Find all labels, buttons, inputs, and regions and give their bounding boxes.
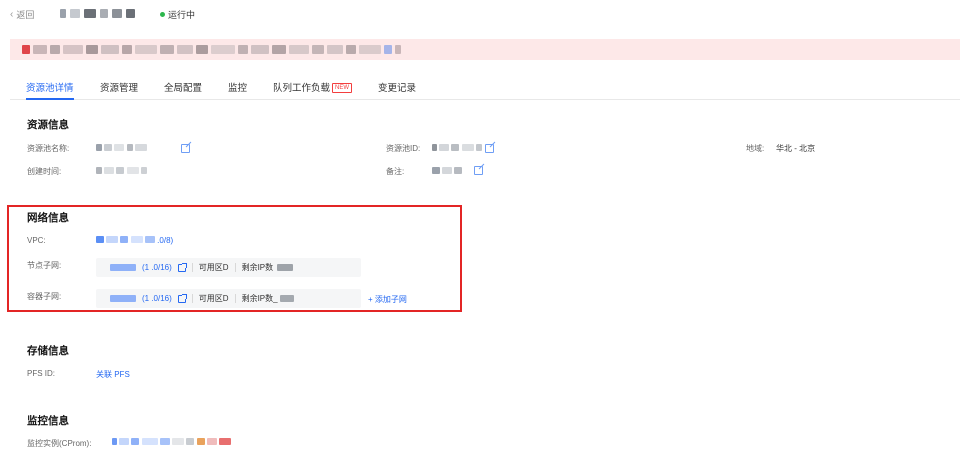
back-button[interactable]: ‹ 返回 (10, 8, 34, 21)
status-dot-icon (160, 12, 165, 17)
tab-global-config[interactable]: 全局配置 (164, 80, 202, 94)
node-subnet-remaining-ip-label: 剩余IP数 (241, 263, 274, 272)
pool-id-value-redacted (432, 144, 482, 153)
created-time-value-redacted (96, 167, 147, 176)
link-pfs-button[interactable]: 关联 PFS (96, 369, 130, 380)
pool-name-label: 资源池名称: (27, 144, 70, 153)
tab-pool-details[interactable]: 资源池详情 (26, 80, 74, 94)
container-subnet-remaining-ip-redacted (279, 295, 294, 302)
pool-title-redacted (60, 9, 135, 18)
back-label: 返回 (16, 10, 35, 20)
region-value: 华北 - 北京 (776, 144, 816, 153)
status-text: 运行中 (168, 10, 196, 20)
copy-pool-id-icon[interactable] (485, 144, 494, 153)
top-bar: ‹ 返回 运行中 (0, 0, 960, 30)
vpc-cidr-suffix: .0/8) (157, 236, 174, 245)
node-subnet-row: (1 .0/16) 可用区D 剩余IP数 (96, 258, 361, 277)
pool-id-label: 资源池ID: (386, 144, 421, 153)
node-subnet-zone: 可用区D (198, 263, 229, 272)
monitor-info-title: 监控信息 (27, 415, 69, 427)
tab-bar: 资源池详情 资源管理 全局配置 监控 队列工作负载 NEW 变更记录 (10, 70, 960, 100)
add-subnet-button[interactable]: + 添加子网 (368, 294, 407, 305)
pfs-id-label: PFS ID: (27, 369, 56, 378)
external-link-icon[interactable] (177, 262, 187, 272)
tab-queue-workload[interactable]: 队列工作负载 NEW (273, 80, 353, 94)
external-link-icon[interactable] (177, 293, 187, 303)
container-subnet-remaining-ip-label: 剩余IP数_ (241, 294, 278, 303)
tab-queue-workload-label: 队列工作负载 (273, 83, 331, 94)
container-subnet-row: (1 .0/16) 可用区D 剩余IP数_ (96, 289, 361, 308)
edit-remark-icon[interactable] (474, 166, 483, 175)
alert-banner (10, 39, 960, 60)
node-subnet-label: 节点子网: (27, 261, 62, 270)
cprom-label: 监控实例(CProm): (27, 439, 92, 448)
storage-info-title: 存储信息 (27, 345, 69, 357)
remark-value-redacted (432, 167, 463, 176)
cprom-value-redacted (112, 438, 232, 447)
network-info-title: 网络信息 (27, 212, 69, 224)
tab-monitor[interactable]: 监控 (228, 80, 247, 94)
tab-change-log[interactable]: 变更记录 (378, 80, 416, 94)
new-badge: NEW (332, 83, 353, 93)
vpc-link[interactable]: .0/8) (96, 236, 173, 245)
active-tab-indicator (26, 98, 74, 100)
edit-pool-name-icon[interactable] (181, 144, 190, 153)
created-time-label: 创建时间: (27, 167, 62, 176)
node-subnet-remaining-ip-redacted (277, 264, 294, 271)
container-subnet-zone: 可用区D (198, 294, 229, 303)
tab-resource-management[interactable]: 资源管理 (100, 80, 138, 94)
container-subnet-label: 容器子网: (27, 292, 62, 301)
container-subnet-cidr-link[interactable]: (1 .0/16) (142, 294, 172, 303)
vpc-label: VPC: (27, 236, 46, 245)
pool-name-value-redacted (96, 144, 147, 153)
node-subnet-cidr-link[interactable]: (1 .0/16) (142, 263, 172, 272)
region-label: 地域: (746, 144, 765, 153)
resource-info-title: 资源信息 (27, 119, 69, 131)
remark-label: 备注: (386, 167, 405, 176)
chevron-left-icon: ‹ (10, 9, 14, 20)
